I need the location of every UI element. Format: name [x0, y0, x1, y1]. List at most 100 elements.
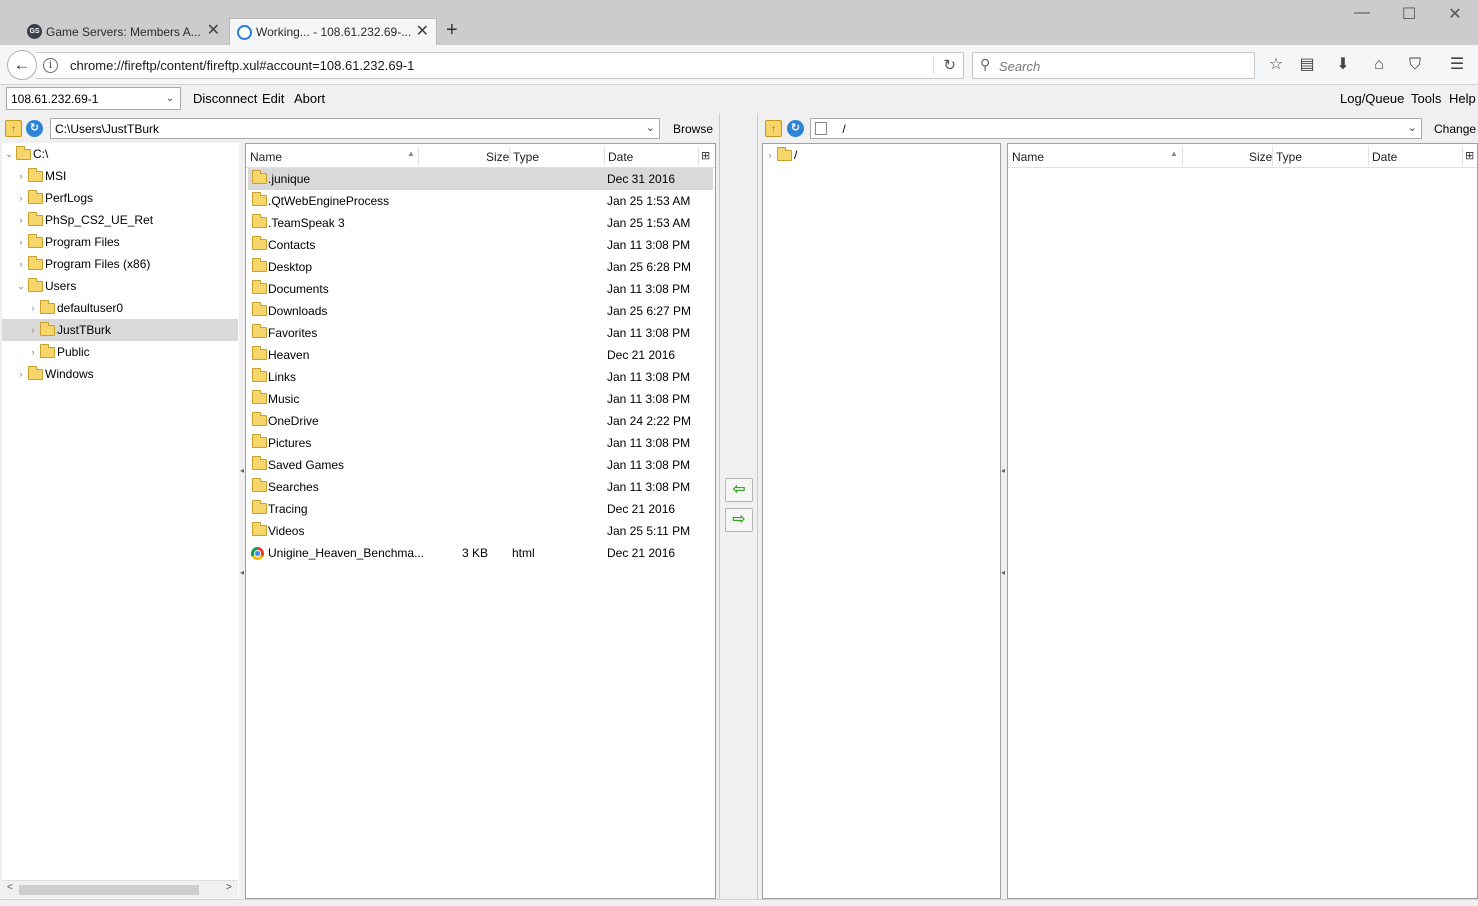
expand-icon[interactable]: › — [16, 237, 26, 247]
url-bar[interactable]: i chrome://fireftp/content/fireftp.xul#a… — [36, 52, 964, 79]
column-separator[interactable] — [1272, 146, 1273, 166]
splitter-grip[interactable]: ◂ — [1001, 568, 1005, 577]
info-icon[interactable]: i — [43, 58, 58, 73]
column-name[interactable]: Name — [1012, 150, 1044, 164]
close-tab-icon[interactable]: ✕ — [416, 23, 429, 41]
reading-list-icon[interactable]: ▤ — [1296, 54, 1318, 76]
file-row[interactable]: Desktop Jan 25 6:28 PM — [248, 256, 713, 278]
column-separator[interactable] — [698, 146, 699, 166]
home-icon[interactable]: ⌂ — [1368, 54, 1390, 76]
column-type[interactable]: Type — [1276, 150, 1302, 164]
local-folder-tree[interactable]: ⌄ C:\ › MSI › PerfLogs › PhSp_CS2_UE_Ret › Progra… — [2, 143, 239, 899]
browse-button[interactable]: Browse — [673, 122, 713, 136]
collapse-icon[interactable]: ⌄ — [4, 149, 14, 160]
expand-icon[interactable]: › — [765, 150, 775, 160]
file-row[interactable]: Saved Games Jan 11 3:08 PM — [248, 454, 713, 476]
column-name[interactable]: Name — [250, 150, 282, 164]
column-type[interactable]: Type — [513, 150, 539, 164]
column-separator[interactable] — [604, 146, 605, 166]
refresh-icon[interactable]: ↻ — [787, 120, 804, 137]
file-row[interactable]: Unigine_Heaven_Benchma... 3 KB html Dec 21 … — [248, 542, 713, 564]
column-separator[interactable] — [1182, 146, 1183, 166]
column-size[interactable]: Size — [1249, 150, 1272, 164]
tree-item[interactable]: › JustTBurk — [2, 319, 238, 341]
file-row[interactable]: Downloads Jan 25 6:27 PM — [248, 300, 713, 322]
column-picker-icon[interactable]: ⊞ — [1465, 149, 1474, 162]
tree-item[interactable]: › defaultuser0 — [2, 297, 238, 319]
url-text[interactable]: chrome://fireftp/content/fireftp.xul#acc… — [70, 58, 414, 73]
column-size[interactable]: Size — [486, 150, 509, 164]
tree-item[interactable]: › Program Files — [2, 231, 238, 253]
help-menu[interactable]: Help — [1449, 91, 1476, 106]
abort-menu[interactable]: Abort — [294, 91, 325, 106]
expand-icon[interactable]: › — [16, 369, 26, 379]
file-row[interactable]: Searches Jan 11 3:08 PM — [248, 476, 713, 498]
download-arrow-button[interactable]: ⇦ — [725, 478, 753, 502]
file-row[interactable]: Pictures Jan 11 3:08 PM — [248, 432, 713, 454]
remote-path-input[interactable]: / ⌄ — [810, 118, 1422, 139]
tree-item-root[interactable]: › / — [765, 144, 797, 166]
expand-icon[interactable]: › — [16, 215, 26, 225]
minimize-icon[interactable]: — — [1347, 4, 1377, 22]
expand-icon[interactable]: › — [28, 347, 38, 357]
file-row[interactable]: .QtWebEngineProcess Jan 25 1:53 AM — [248, 190, 713, 212]
expand-icon[interactable]: › — [28, 325, 38, 335]
chevron-down-icon[interactable]: ⌄ — [1408, 119, 1417, 138]
new-tab-icon[interactable]: + — [446, 19, 458, 41]
splitter-grip[interactable]: ◂ — [1001, 466, 1005, 475]
splitter-grip[interactable]: ◂ — [240, 568, 244, 577]
pocket-icon[interactable]: ⛉ — [1404, 54, 1426, 76]
change-button[interactable]: Change — [1434, 122, 1476, 136]
tab-game-servers[interactable]: GS Game Servers: Members A... ✕ — [20, 18, 227, 45]
expand-icon[interactable]: › — [16, 193, 26, 203]
bookmark-star-icon[interactable]: ☆ — [1265, 54, 1287, 76]
splitter-grip[interactable]: ◂ — [240, 466, 244, 475]
tree-item[interactable]: › Program Files (x86) — [2, 253, 238, 275]
account-select[interactable]: 108.61.232.69-1 ⌄ — [6, 87, 181, 110]
close-window-icon[interactable]: ✕ — [1440, 4, 1470, 24]
tools-menu[interactable]: Tools — [1411, 91, 1441, 106]
tree-item[interactable]: ⌄ C:\ — [2, 143, 238, 165]
tree-horizontal-scrollbar[interactable]: < > — [2, 880, 238, 898]
maximize-icon[interactable]: ☐ — [1394, 4, 1424, 24]
file-row[interactable]: .TeamSpeak 3 Jan 25 1:53 AM — [248, 212, 713, 234]
remote-folder-tree[interactable]: › / — [762, 143, 1001, 899]
file-row[interactable]: Links Jan 11 3:08 PM — [248, 366, 713, 388]
menu-icon[interactable]: ☰ — [1446, 54, 1468, 76]
scroll-left-icon[interactable]: < — [7, 882, 13, 893]
disconnect-menu[interactable]: Disconnect — [193, 91, 257, 106]
file-row[interactable]: .junique Dec 31 2016 — [248, 168, 713, 190]
file-row[interactable]: Heaven Dec 21 2016 — [248, 344, 713, 366]
search-input[interactable] — [999, 57, 1239, 75]
tree-item[interactable]: › MSI — [2, 165, 238, 187]
upload-arrow-button[interactable]: ⇨ — [725, 508, 753, 532]
parent-folder-icon[interactable]: ↑ — [765, 120, 782, 137]
expand-icon[interactable]: › — [16, 171, 26, 181]
column-picker-icon[interactable]: ⊞ — [701, 149, 710, 162]
collapse-icon[interactable]: ⌄ — [16, 281, 26, 292]
parent-folder-icon[interactable]: ↑ — [5, 120, 22, 137]
file-row[interactable]: Music Jan 11 3:08 PM — [248, 388, 713, 410]
tree-item[interactable]: › PhSp_CS2_UE_Ret — [2, 209, 238, 231]
column-date[interactable]: Date — [608, 150, 633, 164]
file-row[interactable]: OneDrive Jan 24 2:22 PM — [248, 410, 713, 432]
local-path-input[interactable]: C:\Users\JustTBurk ⌄ — [50, 118, 660, 139]
column-separator[interactable] — [1462, 146, 1463, 166]
download-icon[interactable]: ⬇ — [1332, 54, 1354, 76]
column-separator[interactable] — [1368, 146, 1369, 166]
scroll-right-icon[interactable]: > — [226, 882, 232, 893]
back-button[interactable]: ← — [7, 50, 37, 80]
chevron-down-icon[interactable]: ⌄ — [646, 119, 655, 138]
tab-fireftp[interactable]: Working... - 108.61.232.69-... ✕ — [229, 18, 437, 45]
tree-item[interactable]: ⌄ Users — [2, 275, 238, 297]
file-row[interactable]: Contacts Jan 11 3:08 PM — [248, 234, 713, 256]
file-row[interactable]: Favorites Jan 11 3:08 PM — [248, 322, 713, 344]
column-separator[interactable] — [418, 146, 419, 166]
tree-item[interactable]: › PerfLogs — [2, 187, 238, 209]
remote-file-list[interactable]: Name ▲ Size Type Date ⊞ — [1007, 143, 1478, 899]
search-bar[interactable]: ⚲ — [972, 52, 1255, 79]
tree-item[interactable]: › Windows — [2, 363, 238, 385]
local-file-list[interactable]: Name ▲ Size Type Date ⊞ .junique Dec 31 2… — [245, 143, 716, 899]
log-queue-menu[interactable]: Log/Queue — [1340, 91, 1404, 106]
reload-icon[interactable]: ↻ — [933, 56, 956, 74]
